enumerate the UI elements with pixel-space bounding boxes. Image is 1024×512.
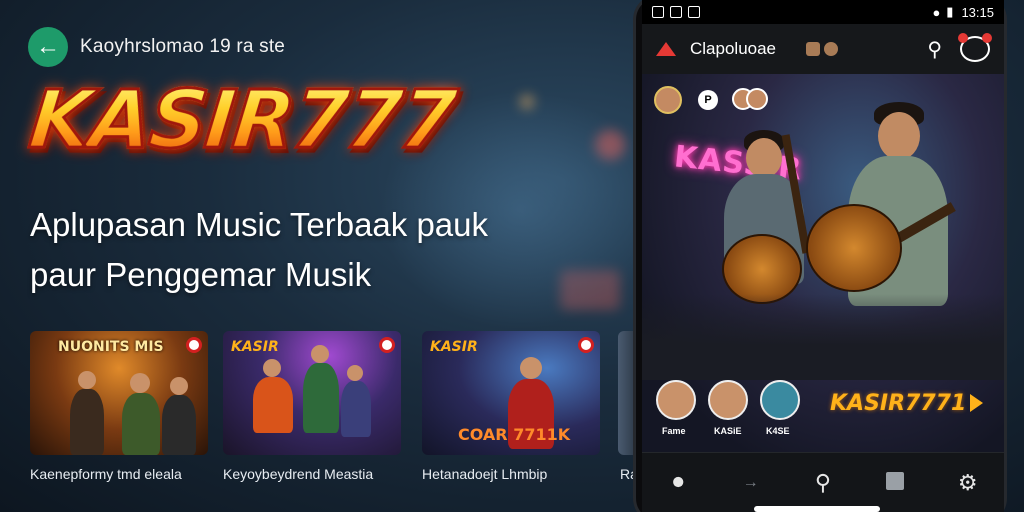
musician — [878, 112, 920, 160]
stop-icon[interactable] — [875, 470, 915, 496]
kasir777-logo: KASIR777 — [24, 72, 461, 168]
wifi-icon: ● — [932, 4, 941, 20]
search-icon[interactable]: ⚲ — [927, 37, 942, 62]
dancer — [311, 345, 329, 363]
tagline-line-2: paur Penggemar Musik — [30, 256, 372, 293]
bottom-nav: ⚫ → ⚲ ⚙ — [642, 452, 1004, 512]
battery-icon: ▮ — [946, 4, 954, 19]
artist-label: K4SE — [766, 426, 790, 436]
status-time: 13:15 — [961, 4, 994, 20]
page-title: Kaoyhrslomao 19 ra ste — [80, 36, 286, 57]
dancer — [263, 359, 281, 377]
notification-dot — [982, 33, 992, 43]
music-card[interactable]: KASIR — [223, 331, 401, 455]
avatar[interactable] — [654, 86, 682, 114]
notification-icon — [688, 6, 700, 18]
hero-brand-text: KASIR7771 — [830, 391, 967, 416]
band-member — [78, 371, 96, 389]
tagline: Aplupasan Music Terbaak pauk paur Pengge… — [30, 200, 488, 300]
app-chip[interactable] — [806, 42, 839, 56]
notification-icon — [652, 6, 664, 18]
badge-icon: P — [698, 90, 718, 110]
phone-screen: ● ▮ 13:15 Clapoluoae ⚲ P KASSIR Fame KAS… — [642, 0, 1004, 512]
music-card[interactable]: NUONITS MIS — [30, 331, 208, 455]
status-bar: ● ▮ 13:15 — [642, 0, 1004, 24]
card-label: Keyoybeydrend Meastia — [223, 466, 374, 482]
settings-icon[interactable]: ⚙ — [948, 470, 988, 496]
search-icon[interactable]: ⚲ — [803, 470, 843, 496]
badge-icon — [186, 337, 202, 353]
band-member — [162, 395, 196, 455]
home-icon[interactable]: ⚫ — [658, 470, 698, 496]
band-member — [170, 377, 188, 395]
arrow-left-icon: ← — [36, 33, 60, 60]
app-bar: Clapoluoae ⚲ — [642, 24, 1004, 74]
app-logo-icon[interactable] — [656, 42, 676, 56]
avatar — [806, 42, 821, 56]
dancer — [253, 377, 293, 433]
dancer — [303, 363, 339, 433]
music-card[interactable]: KASIR COAR 7711K — [422, 331, 600, 455]
band-member — [70, 389, 104, 455]
play-icon[interactable] — [970, 394, 983, 412]
dancer — [347, 365, 363, 381]
avatar — [824, 42, 839, 56]
card-art-title: KASIR — [231, 339, 279, 355]
guitarist — [520, 357, 542, 379]
arrow-right-icon[interactable]: → — [731, 474, 771, 492]
notification-dot — [958, 33, 968, 43]
card-art-title: KASIR — [430, 339, 478, 355]
artist-label: KASiE — [714, 426, 742, 436]
profile-icon[interactable] — [958, 33, 992, 62]
tagline-line-1: Aplupasan Music Terbaak pauk — [30, 206, 489, 243]
stage-floor — [642, 294, 1004, 380]
band-member — [130, 373, 150, 393]
app-title: Clapoluoae — [690, 39, 777, 58]
badge-icon — [578, 337, 594, 353]
back-button[interactable]: ← — [28, 27, 68, 67]
badge-icon — [379, 337, 395, 353]
artist-avatar[interactable] — [656, 380, 696, 420]
avatar — [746, 88, 768, 110]
notification-icon — [670, 6, 682, 18]
musician — [746, 138, 782, 178]
card-art-subtitle: COAR 7711K — [458, 425, 571, 444]
gesture-bar — [754, 506, 880, 512]
artist-label: Fame — [662, 426, 686, 436]
card-label: Hetanadoejt Lhmbip — [422, 466, 548, 482]
guitar — [806, 204, 902, 292]
band-member — [122, 393, 160, 455]
dancer — [341, 381, 371, 437]
card-art-title: NUONITS MIS — [58, 339, 164, 355]
card-label: Kaenepformy tmd eleala — [30, 466, 182, 482]
artist-avatar[interactable] — [708, 380, 748, 420]
artist-avatar[interactable] — [760, 380, 800, 420]
